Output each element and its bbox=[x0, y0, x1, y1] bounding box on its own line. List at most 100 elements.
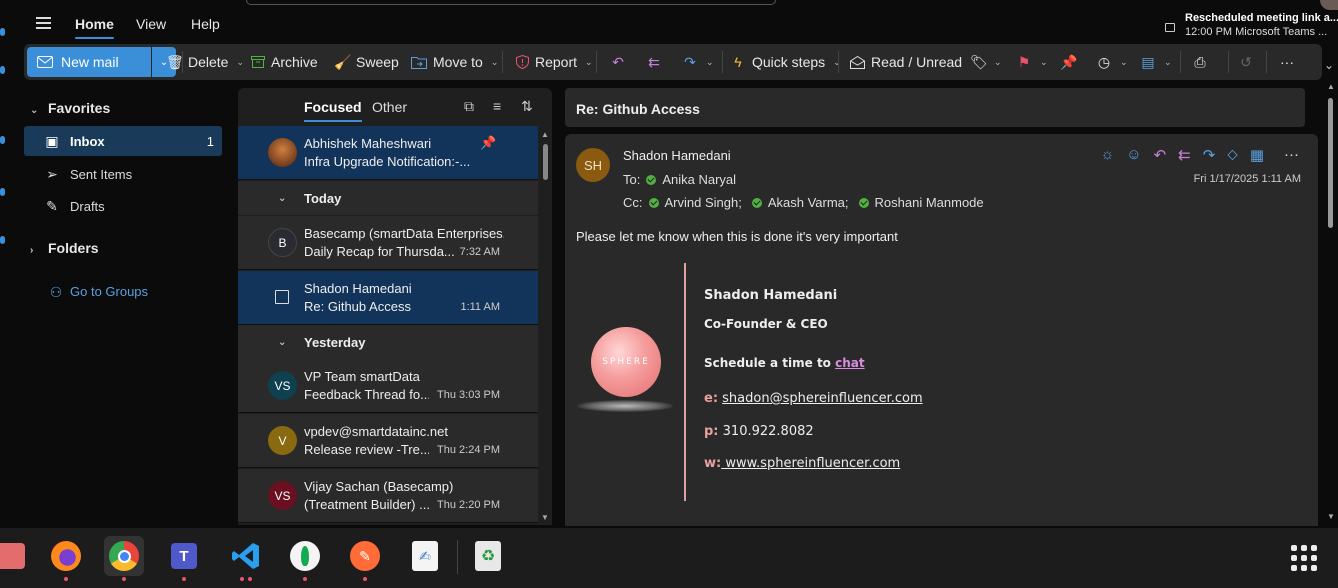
group-header-yesterday[interactable]: ⌄ Yesterday bbox=[238, 325, 538, 359]
list-scrollbar[interactable] bbox=[543, 144, 548, 180]
select-checkbox[interactable] bbox=[275, 290, 289, 304]
pin-icon[interactable]: 📌 bbox=[480, 135, 496, 151]
email-link[interactable]: shadon@sphereinfluencer.com bbox=[722, 391, 922, 406]
folders-header[interactable]: › Folders bbox=[30, 240, 99, 256]
forward-button[interactable]: ↷ ⌄ bbox=[682, 44, 713, 80]
sun-icon[interactable]: ☼ bbox=[1100, 146, 1114, 164]
tab-view[interactable]: View bbox=[136, 16, 166, 32]
chrome-icon[interactable] bbox=[104, 536, 144, 581]
recipient[interactable]: Anika Naryal bbox=[662, 172, 736, 187]
filter-icon[interactable]: ≡ bbox=[493, 98, 501, 114]
scroll-down-icon[interactable]: ▼ bbox=[541, 513, 549, 522]
running-indicator bbox=[240, 577, 252, 581]
web-link[interactable]: www.sphereinfluencer.com bbox=[721, 456, 900, 471]
move-to-button[interactable]: Move to ⌄ bbox=[411, 44, 498, 80]
recycle-bin-icon[interactable]: ♻ bbox=[468, 536, 508, 576]
firefox-icon[interactable] bbox=[46, 536, 86, 581]
message-item[interactable]: V vpdev@smartdatainc.net Release review … bbox=[238, 414, 538, 468]
scroll-up-icon[interactable]: ▲ bbox=[1327, 82, 1335, 91]
archive-button[interactable]: Archive bbox=[251, 44, 318, 80]
favorites-header[interactable]: ⌄ Favorites bbox=[30, 100, 110, 116]
postman-icon[interactable]: ✎ bbox=[345, 536, 385, 581]
scroll-down-icon[interactable]: ▼ bbox=[1327, 512, 1335, 521]
teams-share-icon[interactable]: ⬦ bbox=[1227, 146, 1238, 164]
forward-icon[interactable]: ↷ bbox=[1203, 146, 1216, 164]
archive-icon bbox=[251, 56, 265, 68]
signature-divider bbox=[684, 263, 686, 501]
apps-icon[interactable]: ▦ bbox=[1250, 146, 1264, 164]
go-to-groups-link[interactable]: ⚇ Go to Groups bbox=[48, 284, 148, 299]
app-grid-icon[interactable] bbox=[1291, 545, 1317, 571]
reply-all-icon[interactable]: ⇇ bbox=[1178, 146, 1191, 164]
pin-button[interactable]: 📌 bbox=[1060, 44, 1077, 80]
message-item[interactable]: Abhishek Maheshwari Infra Upgrade Notifi… bbox=[238, 126, 538, 180]
search-box-edge[interactable] bbox=[246, 0, 776, 5]
cc-recipient[interactable]: Arvind Singh; bbox=[665, 195, 742, 210]
emoji-icon[interactable]: ☺ bbox=[1126, 146, 1141, 164]
message-subject: Infra Upgrade Notification:-... bbox=[304, 154, 471, 169]
sort-icon[interactable]: ⇅ bbox=[521, 98, 533, 115]
more-options-button[interactable]: ··· bbox=[1280, 44, 1294, 80]
vscode-icon[interactable] bbox=[226, 536, 266, 581]
phone-label: p: bbox=[704, 424, 719, 439]
text-editor-icon[interactable]: ✍ bbox=[405, 536, 445, 576]
reply-all-button[interactable]: ⇇ bbox=[646, 44, 662, 80]
more-icon[interactable]: ··· bbox=[1284, 146, 1299, 164]
favorites-label: Favorites bbox=[48, 100, 111, 116]
cc-recipient[interactable]: Roshani Manmode bbox=[875, 195, 984, 210]
message-time: Thu 2:20 PM bbox=[437, 499, 500, 511]
chevron-down-icon: ⌄ bbox=[994, 56, 1002, 67]
os-edge bbox=[0, 0, 16, 530]
chevron-down-icon: ⌄ bbox=[1040, 56, 1048, 67]
cc-recipient[interactable]: Akash Varma; bbox=[768, 195, 849, 210]
reply-icon[interactable]: ↶ bbox=[1154, 146, 1167, 164]
nav-item-drafts[interactable]: ✎ Drafts bbox=[24, 191, 222, 221]
hamburger-menu-icon[interactable] bbox=[36, 17, 51, 29]
new-mail-button[interactable]: New mail bbox=[27, 47, 151, 77]
report-button[interactable]: Report ⌄ bbox=[516, 44, 593, 80]
user-avatar[interactable] bbox=[1320, 0, 1338, 10]
snooze-button[interactable]: ◷ ⌄ bbox=[1096, 44, 1128, 80]
sender-name[interactable]: Shadon Hamedani bbox=[623, 148, 731, 163]
message-item[interactable]: B Basecamp (smartData Enterprises... Dai… bbox=[238, 216, 538, 270]
running-indicator bbox=[303, 577, 307, 581]
schedule-text: Schedule a time to bbox=[704, 356, 836, 370]
tab-other[interactable]: Other bbox=[372, 99, 407, 115]
undo-button[interactable]: ↺ bbox=[1238, 44, 1254, 80]
message-item[interactable]: VS VP Team smartData Feedback Thread fo.… bbox=[238, 359, 538, 413]
print-button[interactable]: ⎙ bbox=[1192, 44, 1208, 80]
reading-scrollbar[interactable]: ▲ ▼ bbox=[1326, 60, 1336, 525]
message-item[interactable]: VS Vijay Sachan (Basecamp) (Treatment Bu… bbox=[238, 469, 538, 523]
email-label: e: bbox=[704, 391, 719, 406]
nav-item-inbox[interactable]: ▣ Inbox 1 bbox=[24, 126, 222, 156]
scroll-thumb[interactable] bbox=[1328, 98, 1333, 228]
select-icon[interactable]: ⧉ bbox=[464, 98, 474, 115]
message-item-selected[interactable]: Shadon Hamedani Re: Github Access 1:11 A… bbox=[238, 271, 538, 325]
nav-item-label: Drafts bbox=[70, 198, 105, 214]
scroll-up-icon[interactable]: ▲ bbox=[541, 130, 549, 139]
read-unread-button[interactable]: Read / Unread bbox=[850, 44, 962, 80]
sweep-button[interactable]: 🧹 Sweep bbox=[334, 44, 399, 80]
group-header-today[interactable]: ⌄ Today bbox=[238, 181, 538, 215]
quick-steps-button[interactable]: ϟ Quick steps ⌄ bbox=[730, 44, 840, 80]
divider bbox=[502, 51, 503, 73]
rules-button[interactable]: ▤ ⌄ bbox=[1140, 44, 1171, 80]
teams-icon[interactable]: T bbox=[164, 536, 204, 581]
files-icon[interactable] bbox=[0, 536, 30, 576]
to-label: To: bbox=[623, 172, 641, 187]
tab-help[interactable]: Help bbox=[191, 16, 220, 32]
categorize-button[interactable]: 🏷 ⌄ bbox=[970, 44, 1002, 80]
notification-subtitle: 12:00 PM Microsoft Teams ... bbox=[1185, 26, 1328, 38]
clock-icon: ◷ bbox=[1097, 54, 1111, 70]
mongodb-icon[interactable] bbox=[285, 536, 325, 581]
tab-home[interactable]: Home bbox=[75, 16, 114, 39]
divider bbox=[722, 51, 723, 73]
delete-button[interactable]: 🗑 Delete ⌄ bbox=[166, 44, 244, 80]
flag-button[interactable]: ⚑ ⌄ bbox=[1016, 44, 1048, 80]
undo-icon: ↺ bbox=[1240, 54, 1252, 70]
meeting-notification[interactable]: Rescheduled meeting link a... 12:00 PM M… bbox=[1185, 12, 1338, 38]
tab-focused[interactable]: Focused bbox=[304, 99, 362, 122]
reply-button[interactable]: ↶ bbox=[610, 44, 626, 80]
nav-item-sent[interactable]: ➢ Sent Items bbox=[24, 159, 222, 189]
chat-link[interactable]: chat bbox=[835, 356, 865, 370]
